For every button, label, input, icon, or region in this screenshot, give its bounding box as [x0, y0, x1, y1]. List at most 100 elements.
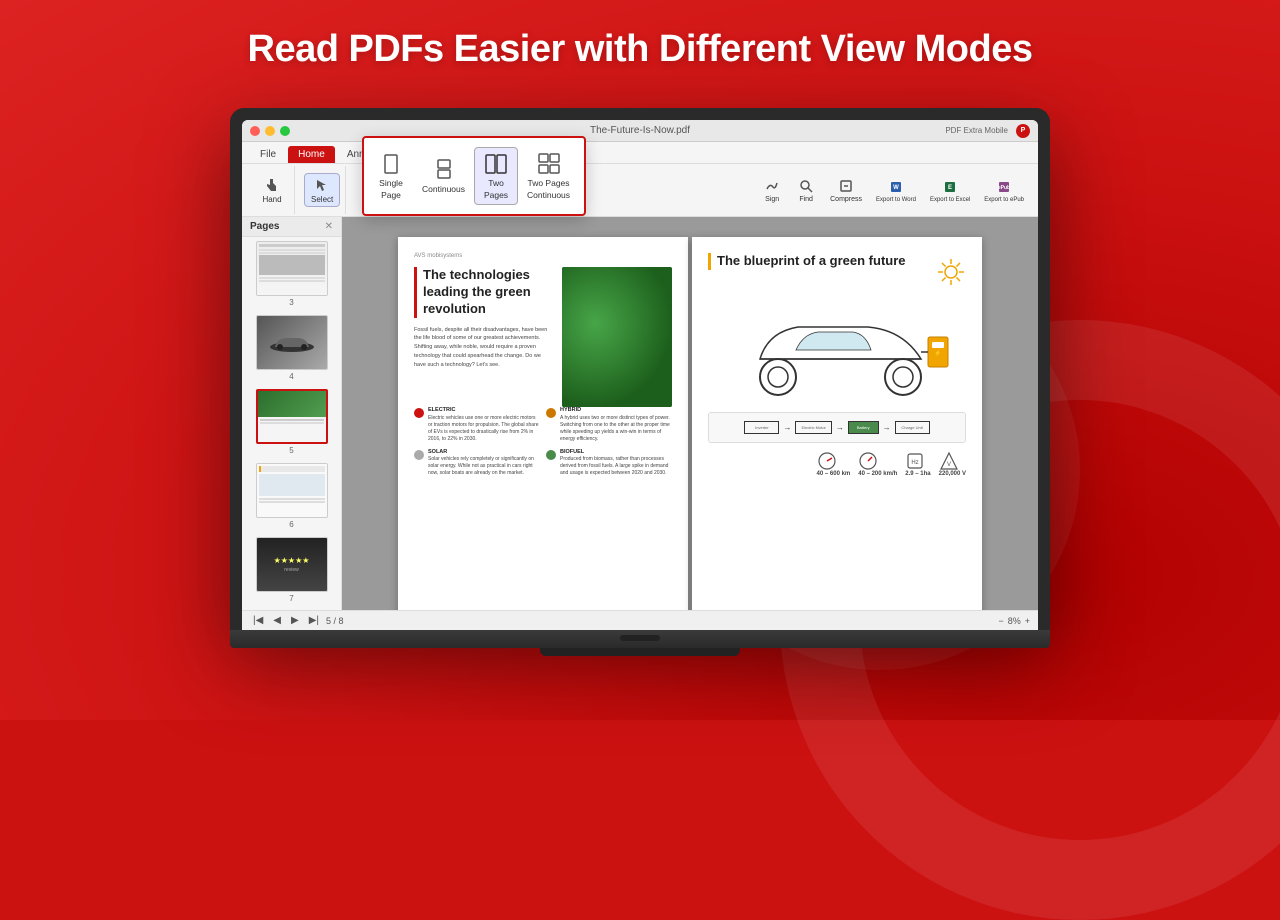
tech-electric: ELECTRIC Electric vehicles use one or mo… — [414, 407, 540, 443]
page-counter: 5 / 8 — [326, 616, 344, 626]
list-item: ★★★★★ review 7 — [246, 537, 337, 603]
tab-file[interactable]: File — [250, 146, 286, 163]
view-continuous[interactable]: Continuous — [414, 154, 473, 198]
page-thumbnail-4[interactable] — [256, 315, 328, 370]
pdf-badge: PDF Extra Mobile — [945, 126, 1008, 135]
page1-body: Fossil fuels, despite all their disadvan… — [414, 326, 554, 370]
brand-text: AVS mobisystems — [414, 253, 672, 259]
sidebar-close-button[interactable]: ✕ — [325, 221, 333, 232]
page2-title: The blueprint of a green future — [708, 253, 966, 270]
hybrid-text: HYBRID A hybrid uses two or more distinc… — [560, 407, 672, 443]
pdf-page-6: The blueprint of a green future — [692, 237, 982, 610]
battery-diagram: Inverter → Electric Motor → — [708, 412, 966, 443]
electric-icon — [414, 408, 424, 418]
tech-grid: ELECTRIC Electric vehicles use one or mo… — [414, 407, 672, 477]
page-thumbnail-6[interactable] — [256, 463, 328, 518]
zoom-out-button[interactable]: − — [998, 616, 1003, 626]
sign-tool[interactable]: Sign — [756, 175, 788, 205]
zoom-in-button[interactable]: + — [1025, 616, 1030, 626]
close-button[interactable] — [250, 126, 260, 136]
page-number-4: 4 — [289, 372, 293, 381]
headline: Read PDFs Easier with Different View Mod… — [0, 28, 1280, 71]
tool-group-select: Select — [299, 166, 346, 214]
tab-home[interactable]: Home — [288, 146, 335, 163]
app-logo: P — [1016, 124, 1030, 138]
page1-title: The technologies leading the green revol… — [414, 267, 554, 318]
page-thumbnail-7[interactable]: ★★★★★ review — [256, 537, 328, 592]
laptop-body: The-Future-Is-Now.pdf PDF Extra Mobile P… — [230, 108, 1050, 630]
svg-text:V: V — [947, 462, 951, 468]
sidebar-page-list: 3 — [242, 237, 341, 610]
list-item: 3 — [246, 241, 337, 307]
charge-box: Charge Unit — [895, 421, 930, 434]
hand-icon — [263, 176, 281, 194]
svg-text:W: W — [893, 185, 899, 191]
tech-solar: SOLAR Solar vehicles rely completely or … — [414, 449, 540, 478]
export-word-tool[interactable]: W Export to Word — [870, 176, 922, 205]
pdf-viewer: AVS mobisystems The technologies leading… — [342, 217, 1038, 610]
page-thumbnail-3[interactable] — [256, 241, 328, 296]
hand-tool[interactable]: Hand — [256, 174, 288, 206]
spec-speed: 40 – 200 km/h — [858, 451, 897, 477]
page-number-6: 6 — [289, 520, 293, 529]
two-pages-continuous-icon — [537, 152, 561, 176]
zoom-level: 8% — [1008, 616, 1021, 626]
select-tool[interactable]: Select — [305, 174, 339, 206]
green-image — [562, 267, 672, 407]
electric-text: ELECTRIC Electric vehicles use one or mo… — [428, 407, 540, 443]
sun-icon — [936, 257, 966, 287]
biofuel-icon — [546, 450, 556, 460]
biofuel-text: BIOFUEL Produced from biomass, rather th… — [560, 449, 672, 478]
compress-tool[interactable]: Compress — [824, 175, 868, 205]
bottom-navigation-bar: |◀ ◀ ▶ ▶| 5 / 8 − 8% + — [242, 610, 1038, 630]
page-number-3: 3 — [289, 298, 293, 307]
page-thumbnail-5[interactable] — [256, 389, 328, 444]
pages-sidebar: Pages ✕ — [242, 217, 342, 610]
inverter-box: Inverter — [744, 421, 779, 434]
tool-group-basic: Hand — [250, 166, 295, 214]
laptop-screen: The-Future-Is-Now.pdf PDF Extra Mobile P… — [242, 120, 1038, 630]
svg-text:Hz: Hz — [912, 460, 919, 466]
car-diagram: ⚡ — [708, 282, 966, 402]
prev-page-button[interactable]: ◀ — [270, 614, 284, 627]
maximize-button[interactable] — [280, 126, 290, 136]
excel-icon: E — [941, 178, 959, 196]
pdf-page-5: AVS mobisystems The technologies leading… — [398, 237, 688, 610]
ribbon: File Home Annotate Edit Fill &... — [242, 142, 1038, 217]
spec-range: 40 – 600 km — [817, 451, 851, 477]
view-modes-group: Single Page — [362, 136, 586, 216]
export-epub-tool[interactable]: ePub Export to ePub — [978, 176, 1030, 205]
first-page-button[interactable]: |◀ — [250, 614, 266, 627]
two-pages-icon — [484, 152, 508, 176]
next-page-button[interactable]: ▶ — [288, 614, 302, 627]
find-icon — [797, 177, 815, 195]
word-icon: W — [887, 178, 905, 196]
export-excel-tool[interactable]: E Export to Excel — [924, 176, 976, 205]
find-tool[interactable]: Find — [790, 175, 822, 205]
solar-text: SOLAR Solar vehicles rely completely or … — [428, 449, 540, 478]
laptop-base — [230, 630, 1050, 648]
zoom-controls: − 8% + — [998, 616, 1030, 626]
app-window: The-Future-Is-Now.pdf PDF Extra Mobile P… — [242, 120, 1038, 630]
minimize-button[interactable] — [265, 126, 275, 136]
view-two-pages[interactable]: Two Pages — [475, 148, 517, 204]
list-item: 5 — [246, 389, 337, 455]
tech-hybrid: HYBRID A hybrid uses two or more distinc… — [546, 407, 672, 443]
sidebar-header: Pages ✕ — [242, 217, 341, 237]
svg-text:ePub: ePub — [998, 185, 1010, 191]
list-item: 6 — [246, 463, 337, 529]
last-page-button[interactable]: ▶| — [306, 614, 322, 627]
single-page-icon — [379, 152, 403, 176]
laptop-notch — [620, 635, 660, 641]
view-single-page[interactable]: Single Page — [370, 148, 412, 204]
spec-voltage: V 220,000 V — [939, 451, 966, 477]
compress-icon — [837, 177, 855, 195]
view-two-pages-continuous[interactable]: Two Pages Continuous — [519, 148, 578, 204]
spec-freq: Hz 2.9 – 1ha — [905, 451, 930, 477]
sign-icon — [763, 177, 781, 195]
laptop: The-Future-Is-Now.pdf PDF Extra Mobile P… — [230, 108, 1050, 648]
list-item: 4 — [246, 315, 337, 381]
cursor-icon — [313, 176, 331, 194]
specs-row: 40 – 600 km 40 – 200 km/h Hz 2.9 – 1ha — [708, 451, 966, 477]
main-content: Pages ✕ — [242, 217, 1038, 610]
